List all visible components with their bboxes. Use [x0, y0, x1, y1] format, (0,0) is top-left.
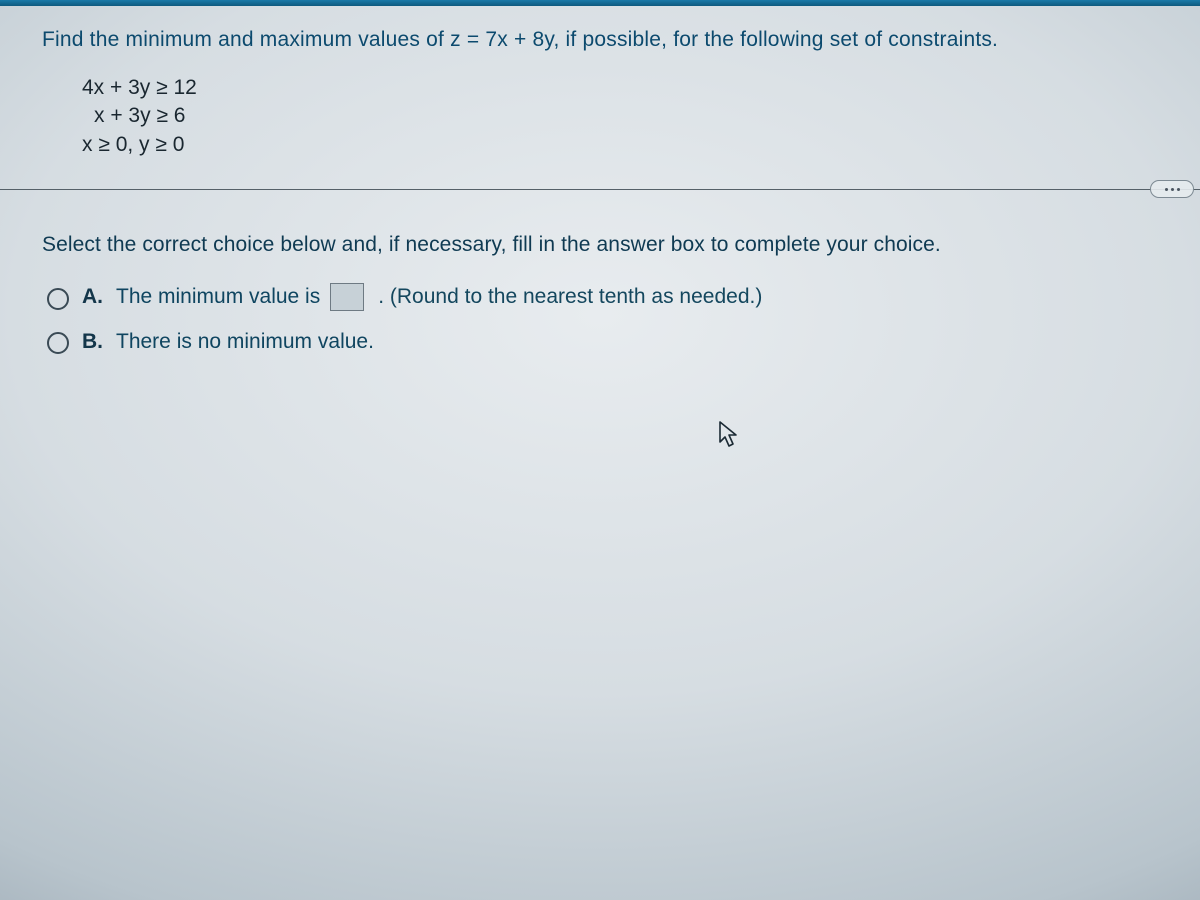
choice-b-letter: B. [82, 330, 106, 354]
ellipsis-icon [1165, 188, 1168, 191]
choice-a-answer-input[interactable] [330, 283, 364, 311]
ellipsis-icon [1177, 188, 1180, 191]
choice-a-radio[interactable] [47, 288, 69, 310]
choice-a-letter: A. [82, 285, 106, 309]
section-divider [0, 189, 1200, 191]
constraints-block: 4x + 3y ≥ 12 x + 3y ≥ 6 x ≥ 0, y ≥ 0 [82, 74, 1160, 159]
choice-b-radio[interactable] [47, 332, 69, 354]
question-prompt: Find the minimum and maximum values of z… [42, 28, 1160, 52]
choice-a-text-before: The minimum value is [116, 285, 320, 309]
instruction-text: Select the correct choice below and, if … [42, 233, 1160, 257]
ellipsis-icon [1171, 188, 1174, 191]
more-options-button[interactable] [1150, 180, 1194, 198]
divider-line [0, 189, 1200, 190]
constraint-line-2: x + 3y ≥ 6 [94, 102, 1160, 130]
constraint-line-1: 4x + 3y ≥ 12 [82, 74, 1160, 102]
choice-b-row: B. There is no minimum value. [42, 329, 1160, 354]
cursor-icon [718, 420, 740, 450]
answer-choices: A. The minimum value is . (Round to the … [42, 283, 1160, 354]
choice-a-text-after: . (Round to the nearest tenth as needed.… [378, 285, 762, 309]
choice-a-row: A. The minimum value is . (Round to the … [42, 283, 1160, 311]
constraint-line-3: x ≥ 0, y ≥ 0 [82, 131, 1160, 159]
question-panel: Find the minimum and maximum values of z… [0, 6, 1200, 372]
choice-b-text: There is no minimum value. [116, 330, 374, 354]
